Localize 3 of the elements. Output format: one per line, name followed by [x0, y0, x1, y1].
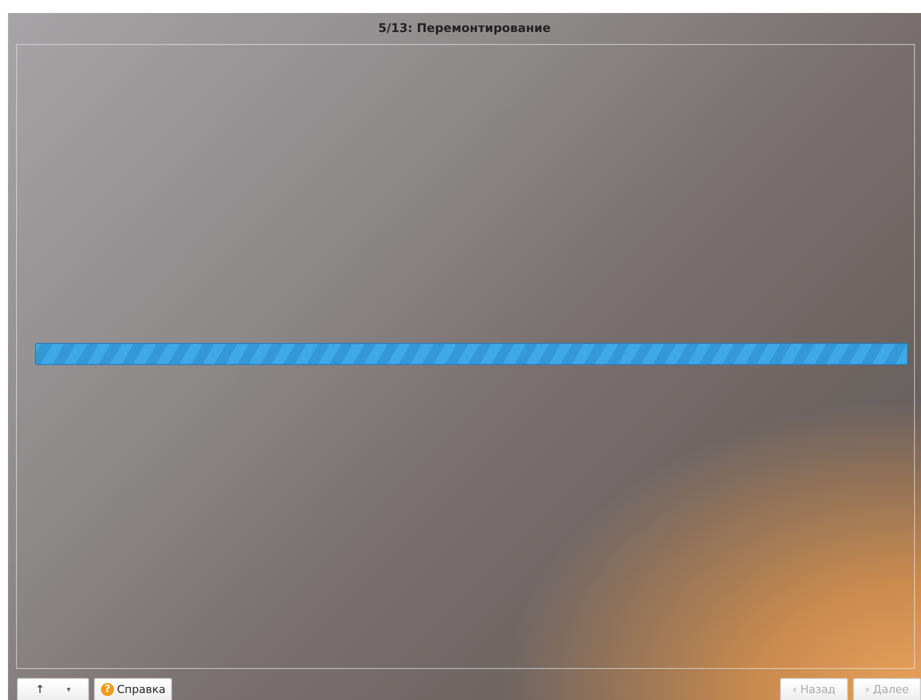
window-title: 5/13: Перемонтирование: [377, 20, 552, 37]
up-button[interactable]: ↑ ▾: [17, 678, 89, 700]
help-button[interactable]: ? Справка: [94, 678, 172, 700]
